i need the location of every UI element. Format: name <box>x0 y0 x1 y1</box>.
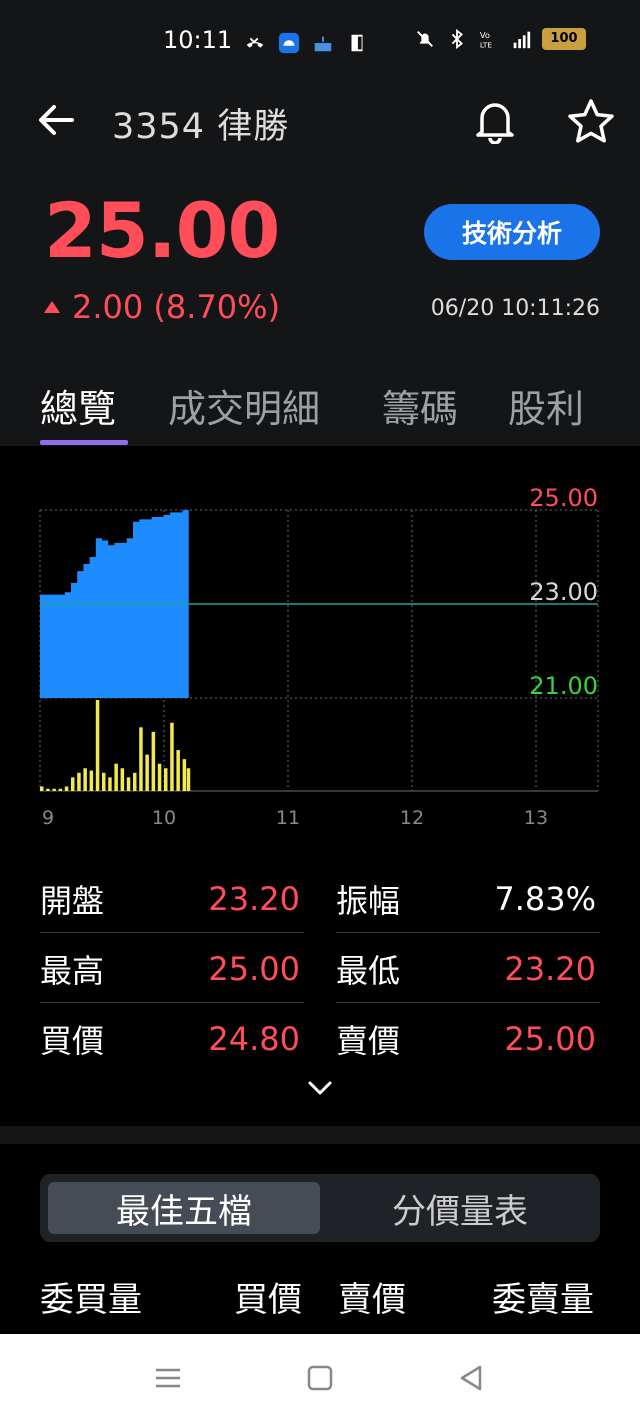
volume-bar <box>139 727 143 791</box>
volume-bar <box>182 759 187 791</box>
volume-bar <box>133 772 137 791</box>
volte-icon: VoLTE <box>480 30 493 49</box>
status-app-icons <box>244 28 368 58</box>
bid-label: 買價 <box>40 1022 105 1060</box>
volume-bar <box>114 763 118 791</box>
bid-value: 24.80 <box>208 1020 300 1058</box>
x-tick-label: 12 <box>400 807 424 829</box>
open-label: 開盤 <box>40 882 105 920</box>
orderbook-segment: 最佳五檔 分價量表 <box>40 1174 600 1242</box>
stock-title: 3354 律勝 <box>112 107 290 147</box>
volume-bar <box>95 700 100 791</box>
mute-icon <box>417 31 433 47</box>
volume-bar <box>151 731 156 791</box>
ask-value: 25.00 <box>504 1020 596 1058</box>
volume-bar <box>64 786 69 791</box>
x-tick-label: 13 <box>524 807 548 829</box>
divider <box>336 1002 600 1003</box>
signal-icon <box>513 31 531 49</box>
home-icon[interactable] <box>304 1362 336 1394</box>
volume-bar <box>170 722 174 791</box>
current-price: 25.00 <box>44 186 280 275</box>
technical-analysis-button[interactable]: 技術分析 <box>424 204 600 260</box>
section-divider <box>0 1126 640 1144</box>
tab-bar: 總覽 成交明細 籌碼 股利 <box>0 370 640 446</box>
x-tick-label: 11 <box>276 807 300 829</box>
divider <box>336 932 600 933</box>
low-label: 最低 <box>336 952 401 990</box>
missed-call-icon <box>246 37 264 48</box>
stats-row: 開盤 23.20 振幅 7.83% <box>40 866 600 932</box>
cake-icon <box>314 36 332 52</box>
tab-chips[interactable]: 籌碼 <box>382 378 458 433</box>
open-value: 23.20 <box>208 880 300 918</box>
bluetooth-icon <box>451 28 463 50</box>
header-bid-price: 買價 <box>234 1280 302 1320</box>
status-bar: 10:11 Vo LTE 100 <box>0 0 640 86</box>
status-time: 10:11 <box>163 26 233 54</box>
high-label: 最高 <box>40 952 105 990</box>
menu-icon[interactable] <box>152 1362 184 1394</box>
amplitude-label: 振幅 <box>336 882 401 920</box>
volume-bar <box>52 788 56 791</box>
volume-bar <box>89 770 94 791</box>
volume-bar <box>186 768 191 791</box>
price-change-text: 2.00 (8.70%) <box>72 288 281 326</box>
android-icon <box>278 32 300 54</box>
volume-bar <box>126 777 131 791</box>
volume-bar <box>77 772 81 791</box>
header-ask-volume: 委賣量 <box>492 1280 594 1320</box>
volume-bar <box>40 786 44 791</box>
high-value: 25.00 <box>208 950 300 988</box>
bell-icon[interactable] <box>472 96 518 144</box>
volume-bar <box>157 763 162 791</box>
back-icon[interactable] <box>456 1362 488 1394</box>
tab-trade-details[interactable]: 成交明細 <box>168 378 320 433</box>
low-value: 23.20 <box>504 950 596 988</box>
divider <box>40 932 304 933</box>
svg-text:Vo: Vo <box>480 30 490 40</box>
volume-bar <box>108 777 112 791</box>
y-label-mid: 23.00 <box>529 578 598 606</box>
segment-price-volume[interactable]: 分價量表 <box>328 1182 592 1234</box>
back-arrow-icon[interactable] <box>34 100 78 140</box>
up-triangle-icon <box>44 301 60 313</box>
header-ask-price: 賣價 <box>338 1280 406 1320</box>
segment-best-five[interactable]: 最佳五檔 <box>48 1182 320 1234</box>
divider <box>40 1002 304 1003</box>
volume-bar <box>145 754 149 791</box>
intraday-chart[interactable]: 25.00 23.00 21.00 9 10 11 12 13 <box>0 446 640 866</box>
price-change: 2.00 (8.70%) <box>44 288 280 326</box>
svg-text:LTE: LTE <box>480 40 493 49</box>
stats-row: 買價 24.80 賣價 25.00 <box>40 1006 600 1072</box>
x-tick-label: 10 <box>152 807 176 829</box>
header-bid-volume: 委買量 <box>40 1280 142 1320</box>
tab-dividend[interactable]: 股利 <box>508 378 584 433</box>
y-label-low: 21.00 <box>529 672 598 700</box>
system-nav-bar <box>0 1334 640 1422</box>
tab-overview[interactable]: 總覽 <box>40 378 116 433</box>
volume-bar <box>164 768 168 791</box>
volume-bar <box>102 772 106 791</box>
x-tick-label: 9 <box>42 807 54 829</box>
volume-bar <box>120 768 125 791</box>
quote-timestamp: 06/20 10:11:26 <box>430 296 600 321</box>
tab-indicator <box>40 440 128 445</box>
door-icon <box>351 34 363 52</box>
volume-bar <box>71 777 75 791</box>
star-icon[interactable] <box>566 98 616 144</box>
volume-bar <box>58 788 63 791</box>
volume-bar <box>83 768 87 791</box>
volume-bar <box>176 750 180 791</box>
amplitude-value: 7.83% <box>494 880 596 918</box>
x-axis-labels: 9 10 11 12 13 <box>42 807 548 829</box>
battery-icon: 100 <box>542 28 586 50</box>
y-label-high: 25.00 <box>529 484 598 512</box>
volume-bars <box>40 700 191 791</box>
expand-chevron-icon[interactable] <box>306 1074 334 1102</box>
volume-bar <box>46 788 50 791</box>
ask-label: 賣價 <box>336 1022 401 1060</box>
stats-row: 最高 25.00 最低 23.20 <box>40 936 600 1002</box>
status-system-icons: Vo LTE 100 <box>414 28 586 50</box>
